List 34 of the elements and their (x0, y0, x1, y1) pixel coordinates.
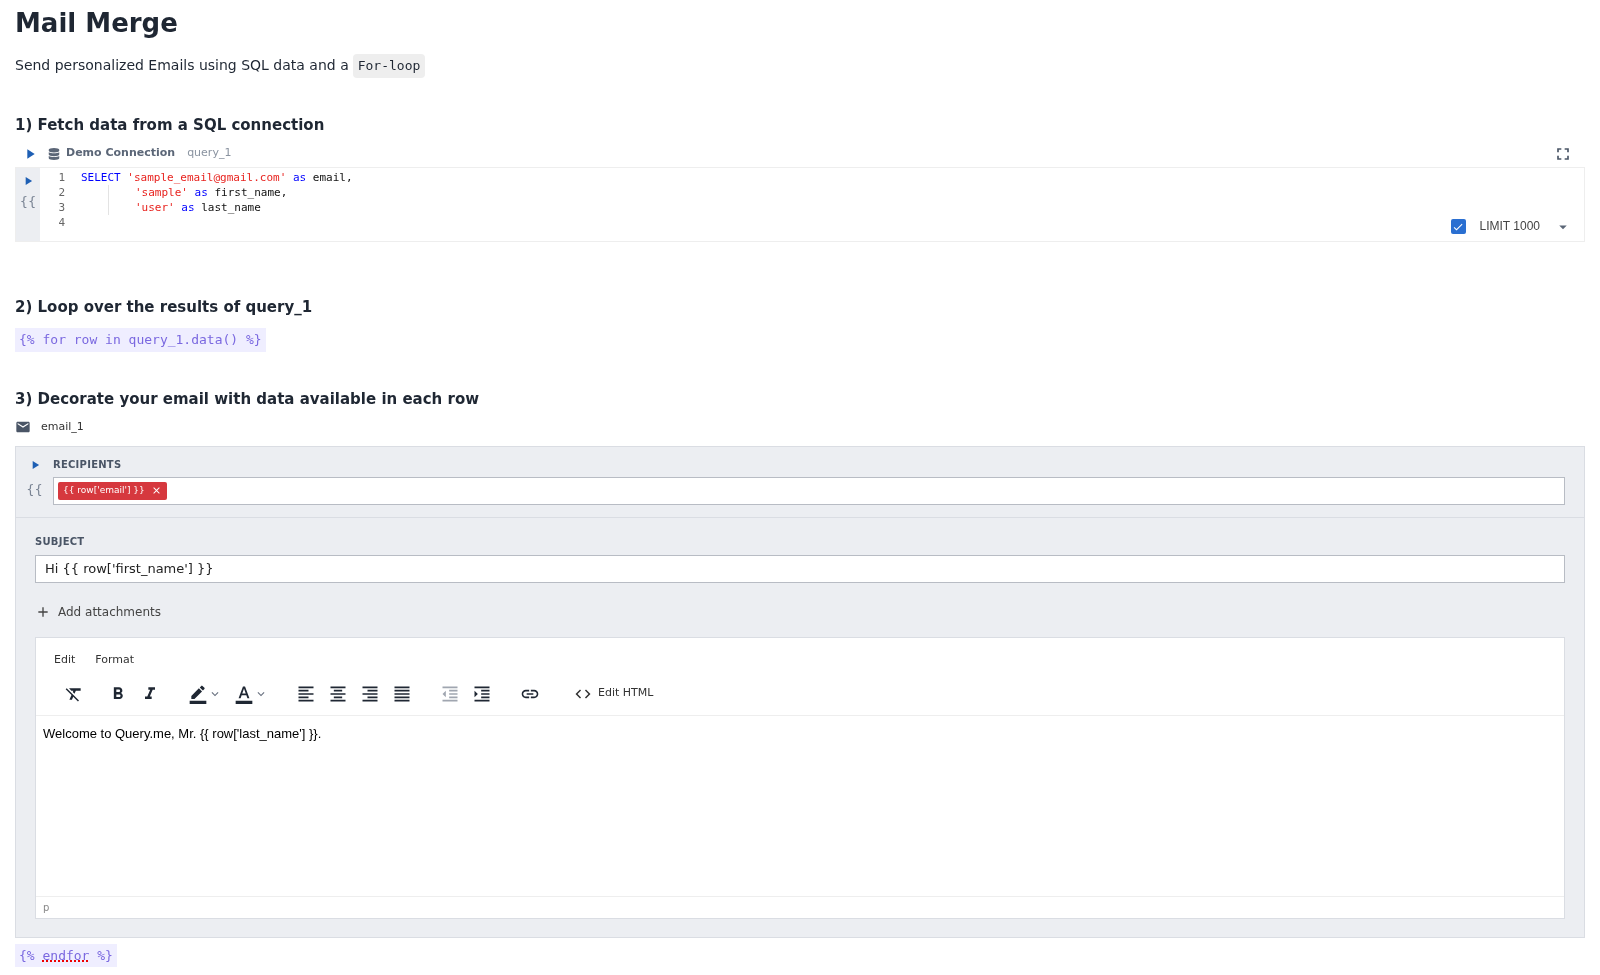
line-number: 4 (57, 214, 66, 230)
query-name: query_1 (187, 145, 232, 162)
line-number: 2 (57, 184, 66, 200)
email-body[interactable]: Welcome to Query.me, Mr. {{ row['last_name'] }}. (36, 716, 1564, 896)
add-attachments-button[interactable]: Add attachments (35, 602, 161, 621)
code-line: SELECT 'sample_email@gmail.com' as email, (81, 169, 353, 185)
line-number: 1 (57, 169, 66, 185)
line-number: 3 (57, 199, 66, 215)
connection-name[interactable]: Demo Connection (66, 145, 176, 162)
field-label: RECIPIENTS (53, 457, 122, 472)
recipients-field[interactable]: {{ row['email'] }} (53, 476, 1565, 505)
edit-html-button[interactable]: Edit HTML (574, 684, 654, 703)
block-name: email_1 (41, 419, 84, 435)
recipient-chip[interactable]: {{ row['email'] }} (58, 481, 167, 500)
menu-item[interactable]: Edit (54, 651, 76, 668)
highlighter-icon (188, 683, 208, 704)
menu-item[interactable]: Format (95, 651, 135, 668)
template-tag: {% for row in query_1.data() %} (15, 328, 266, 352)
limit-label: LIMIT 1000 (1479, 219, 1540, 234)
subtitle: Send personalized Emails using SQL data and a (15, 56, 349, 76)
element-path: p (43, 900, 50, 915)
template-tag: {% endfor %} (15, 943, 117, 967)
inline-code: For-loop (352, 54, 426, 78)
field-label: SUBJECT (35, 534, 85, 549)
database-icon (48, 147, 60, 160)
limit-checkbox[interactable] (1450, 219, 1466, 234)
code-line: 'sample' as first_name, (135, 184, 288, 200)
section-heading: 2) Loop over the results of query_1 (15, 296, 313, 318)
code-line: 'user' as last_name (135, 199, 261, 215)
section-heading: 1) Fetch data from a SQL connection (15, 114, 325, 136)
section-heading: 3) Decorate your email with data available in each row (15, 388, 480, 410)
page-title: Mail Merge (15, 7, 178, 40)
subject-field[interactable]: Hi {{ row['first_name'] }} (35, 554, 1565, 583)
code-editor[interactable]: {{ 1 SELECT 'sample_email@gmail.com' as email, 2 'sample' as first_name, 3 'user' as last_name 4 LIMIT 1000 (15, 166, 1585, 242)
